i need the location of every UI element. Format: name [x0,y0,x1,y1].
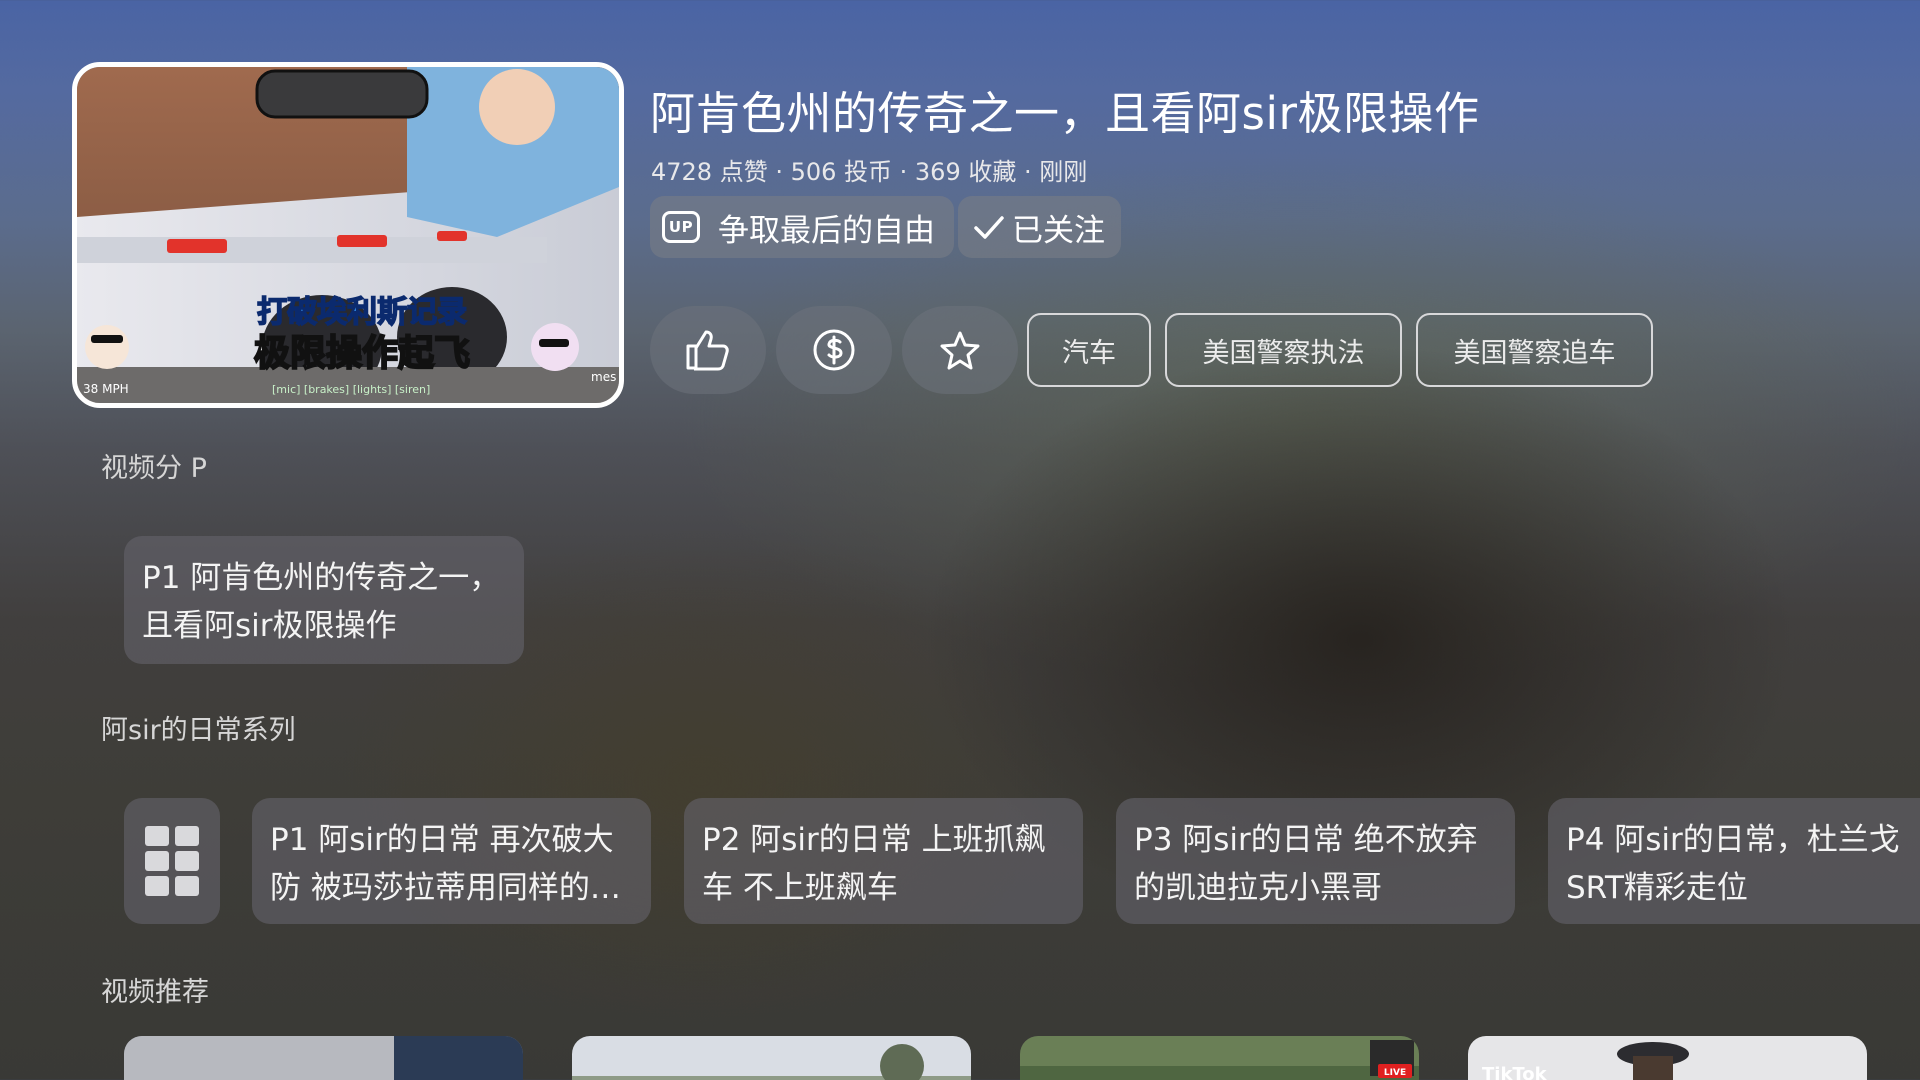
thumbnail-hud: [mic] [brakes] [lights] [siren] [272,383,430,396]
series-grid-button[interactable] [124,798,220,924]
favorite-button[interactable] [902,306,1018,394]
follow-button[interactable]: 已关注 [958,196,1121,258]
tiktok-badge: TikTok [1482,1064,1548,1080]
check-icon [974,216,1004,239]
uploader-name: 争取最后的自由 [718,212,935,249]
thumbnail-caption-1: 打破埃利斯记录 [257,295,467,330]
uploader-button[interactable]: UP 争取最后的自由 [650,196,954,258]
grid-icon [145,826,199,896]
coin-dollar-icon [813,329,855,371]
recommend-section-label: 视频推荐 [101,977,209,1008]
tag-button[interactable]: 汽车 [1027,313,1151,387]
series-card[interactable]: P1 阿sir的日常 再次破大防 被玛莎拉蒂用同样的… [252,798,651,924]
series-card[interactable]: P4 阿sir的日常，杜兰戈SRT精彩走位 [1548,798,1920,924]
recommendation-card[interactable]: TikTok [1468,1036,1867,1080]
follow-label: 已关注 [1012,212,1105,249]
recommendation-thumbnail [124,1036,523,1080]
thumbnail-corner-text: mes [591,370,616,384]
series-card-label: P4 阿sir的日常，杜兰戈SRT精彩走位 [1566,822,1900,906]
series-card-label: P1 阿sir的日常 再次破大防 被玛莎拉蒂用同样的… [270,822,621,906]
video-thumbnail[interactable]: 打破埃利斯记录 极限操作起飞 38 MPH [mic] [brakes] [li… [72,62,624,408]
recommendation-card[interactable] [572,1036,971,1080]
live-badge: LIVE [1384,1068,1406,1078]
recommendation-card[interactable] [124,1036,523,1080]
series-card-label: P2 阿sir的日常 上班抓飙车 不上班飙车 [702,822,1046,906]
tag-button[interactable]: 美国警察追车 [1416,313,1653,387]
recommendation-thumbnail [572,1036,971,1080]
video-title: 阿肯色州的传奇之一，且看阿sir极限操作 [650,87,1480,140]
series-card[interactable]: P2 阿sir的日常 上班抓飙车 不上班飙车 [684,798,1083,924]
part-card[interactable]: P1 阿肯色州的传奇之一，且看阿sir极限操作 [124,536,524,664]
thumbnail-speed: 38 MPH [83,382,129,396]
thumbnail-art: 打破埃利斯记录 极限操作起飞 38 MPH [mic] [brakes] [li… [77,67,619,403]
up-badge-icon: UP [662,211,700,243]
recommendation-card[interactable]: LIVE [1020,1036,1419,1080]
coin-button[interactable] [776,306,892,394]
thumbs-up-icon [686,330,729,371]
series-card-label: P3 阿sir的日常 绝不放弃的凯迪拉克小黑哥 [1134,822,1478,906]
parts-section-label: 视频分 P [101,453,207,484]
series-card[interactable]: P3 阿sir的日常 绝不放弃的凯迪拉克小黑哥 [1116,798,1515,924]
star-icon [940,331,980,370]
part-card-label: P1 阿肯色州的传奇之一，且看阿sir极限操作 [142,560,501,644]
recommendation-thumbnail: TikTok [1468,1036,1867,1080]
like-button[interactable] [650,306,766,394]
thumbnail-caption-2: 极限操作起飞 [254,333,470,374]
tag-button[interactable]: 美国警察执法 [1165,313,1402,387]
video-stats: 4728 点赞 · 506 投币 · 369 收藏 · 刚刚 [651,158,1088,186]
recommendation-thumbnail: LIVE [1020,1036,1419,1080]
series-section-label: 阿sir的日常系列 [101,715,296,746]
